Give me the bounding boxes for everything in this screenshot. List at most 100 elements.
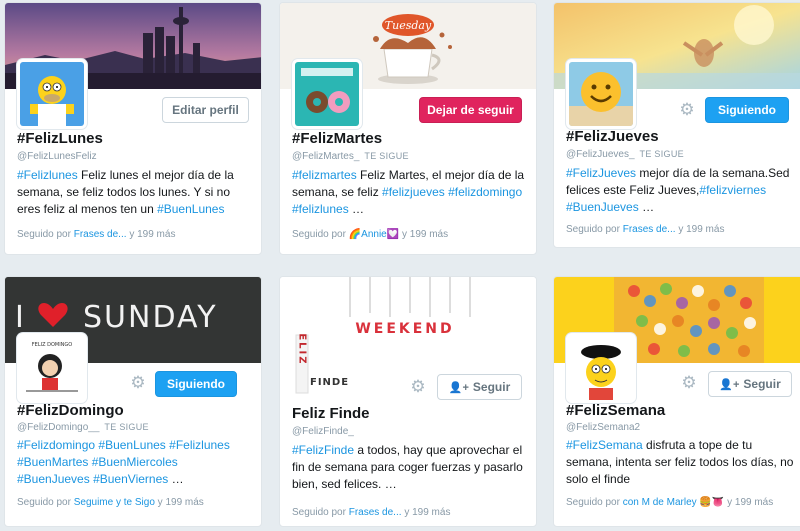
followed-by-link[interactable]: Frases de... xyxy=(623,224,676,235)
hashtag-link[interactable]: #BuenJueves xyxy=(566,200,639,214)
profile-card-felizdomingo: I SUNDAY FELIZ DOMINGO ⚙ Siguiendo #Feli… xyxy=(4,276,262,527)
profile-bio: #FelizFinde a todos, hay que aprovechar … xyxy=(292,442,526,493)
sunday-i-text: I xyxy=(15,300,24,335)
lisa-avatar-image xyxy=(569,336,633,400)
handle-text: @FelizFinde_ xyxy=(292,426,354,437)
followed-by-link[interactable]: Seguime y te Sigo xyxy=(74,497,155,508)
add-user-icon: 👤+ xyxy=(448,381,469,394)
hashtag-link[interactable]: #Felizlunes xyxy=(169,438,230,452)
followed-by-suffix: y 199 más xyxy=(678,224,725,235)
follow-button-label: Seguir xyxy=(472,380,511,394)
hashtag-link[interactable]: #felizlunes xyxy=(292,202,349,216)
profile-name[interactable]: #FelizSemana xyxy=(566,402,665,419)
profile-handle[interactable]: @FelizSemana2 xyxy=(566,422,640,433)
followed-by: Seguido por con M de Marley 🍔👅 y 199 más xyxy=(566,497,773,508)
profile-card-felizlunes: Editar perfil #FelizLunes @FelizLunesFel… xyxy=(4,2,262,255)
avatar[interactable] xyxy=(17,59,87,129)
followed-by-prefix: Seguido por xyxy=(292,229,346,240)
mafalda-avatar-image: FELIZ DOMINGO xyxy=(20,336,84,400)
avatar[interactable] xyxy=(566,59,636,129)
followed-by: Seguido por Seguime y te Sigo y 199 más xyxy=(17,497,204,508)
profile-name[interactable]: #FelizMartes xyxy=(292,130,382,147)
handle-text: @FelizLunesFeliz xyxy=(17,151,97,162)
tuesday-text: Tuesday xyxy=(385,19,432,32)
profile-name[interactable]: Feliz Finde xyxy=(292,405,370,422)
followed-by-prefix: Seguido por xyxy=(292,507,346,518)
gear-icon[interactable]: ⚙ xyxy=(409,378,427,396)
followed-by: Seguido por Frases de... y 199 más xyxy=(566,224,724,235)
profile-name[interactable]: #FelizDomingo xyxy=(17,402,124,419)
followed-by: Seguido por 🌈Annie💟 y 199 más xyxy=(292,229,448,240)
profile-bio: #Felizdomingo #BuenLunes #Felizlunes #Bu… xyxy=(17,437,251,488)
followed-by-prefix: Seguido por xyxy=(566,224,620,235)
followed-by-suffix: y 199 más xyxy=(129,229,176,240)
profile-handle[interactable]: @FelizDomingo__ TE SIGUE xyxy=(17,422,149,433)
gear-icon[interactable]: ⚙ xyxy=(129,374,147,392)
domingo-caption-text: FELIZ DOMINGO xyxy=(32,342,72,348)
gear-icon[interactable]: ⚙ xyxy=(680,374,698,392)
hashtag-link[interactable]: #BuenJueves xyxy=(17,472,90,486)
sunday-word-text: SUNDAY xyxy=(83,300,218,335)
following-button[interactable]: Siguiendo xyxy=(155,371,237,397)
hashtag-link[interactable]: #felizdomingo xyxy=(448,185,522,199)
hashtag-link[interactable]: #felizjueves xyxy=(382,185,445,199)
handle-text: @FelizDomingo__ xyxy=(17,422,100,433)
profile-card-felizsemana: ⚙ 👤+ Seguir #FelizSemana @FelizSemana2 #F… xyxy=(553,276,800,527)
hashtag-link[interactable]: #Felizlunes xyxy=(17,168,78,182)
followed-by-link[interactable]: Frases de... xyxy=(349,507,402,518)
edit-profile-button[interactable]: Editar perfil xyxy=(162,97,249,123)
avatar[interactable] xyxy=(292,59,362,129)
follows-you-badge: TE SIGUE xyxy=(364,151,409,161)
follow-button[interactable]: 👤+ Seguir xyxy=(437,374,522,400)
avatar[interactable] xyxy=(566,333,636,403)
followed-by-suffix: y 199 más xyxy=(727,497,774,508)
profile-name[interactable]: #FelizJueves xyxy=(566,128,659,145)
following-button[interactable]: Siguiendo xyxy=(705,97,789,123)
profile-card-felizjueves: ⚙ Siguiendo #FelizJueves @FelizJueves_ TE… xyxy=(553,2,800,248)
hashtag-link[interactable]: #Felizdomingo xyxy=(17,438,95,452)
hashtag-link[interactable]: #BuenLunes xyxy=(157,202,224,216)
hashtag-link[interactable]: #FelizFinde xyxy=(292,443,354,457)
hashtag-link[interactable]: #felizviernes xyxy=(699,183,766,197)
follow-button[interactable]: 👤+ Seguir xyxy=(708,371,792,397)
followed-by-link[interactable]: con M de Marley 🍔👅 xyxy=(623,497,725,508)
avatar[interactable]: FELIZ FINDE xyxy=(292,333,356,397)
hashtag-link[interactable]: #FelizJueves xyxy=(566,166,636,180)
hashtag-link[interactable]: #BuenViernes xyxy=(93,472,168,486)
followed-by: Seguido por Frases de... y 199 más xyxy=(17,229,175,240)
hashtag-link[interactable]: #BuenLunes xyxy=(98,438,165,452)
profile-handle[interactable]: @FelizJueves_ TE SIGUE xyxy=(566,149,684,160)
smiley-avatar-image xyxy=(569,62,633,126)
bio-text: … xyxy=(168,472,184,486)
profile-bio: #FelizSemana disfruta a tope de tu seman… xyxy=(566,437,800,488)
hashtag-link[interactable]: #BuenMartes xyxy=(17,455,88,469)
follow-button-label: Seguir xyxy=(743,377,781,391)
profile-name[interactable]: #FelizLunes xyxy=(17,130,103,147)
feliz-finde-avatar-image: FELIZ FINDE xyxy=(292,333,356,397)
followed-by-link[interactable]: 🌈Annie💟 xyxy=(349,229,399,240)
weekend-text: WEEKEND xyxy=(355,321,454,337)
hashtag-link[interactable]: #BuenMiercoles xyxy=(92,455,178,469)
profile-handle[interactable]: @FelizMartes_ TE SIGUE xyxy=(292,151,409,162)
avatar[interactable]: FELIZ DOMINGO xyxy=(17,333,87,403)
hashtag-link[interactable]: #FelizSemana xyxy=(566,438,643,452)
gear-icon[interactable]: ⚙ xyxy=(678,101,696,119)
handle-text: @FelizMartes_ xyxy=(292,151,360,162)
profile-handle[interactable]: @FelizLunesFeliz xyxy=(17,151,97,162)
bio-text: … xyxy=(348,202,365,216)
followed-by: Seguido por Frases de... y 199 más xyxy=(292,507,450,518)
profile-card-felizfinde: WEEKEND FELIZ FINDE ⚙ 👤+ Seguir Feliz Fin… xyxy=(279,276,537,527)
handle-text: @FelizSemana2 xyxy=(566,422,641,433)
profile-handle[interactable]: @FelizFinde_ xyxy=(292,426,354,437)
followed-by-prefix: Seguido por xyxy=(17,497,71,508)
followed-by-suffix: y 199 más xyxy=(157,497,204,508)
donut-avatar-image xyxy=(295,62,359,126)
followed-by-prefix: Seguido por xyxy=(17,229,71,240)
homer-avatar-image xyxy=(20,62,84,126)
follows-you-badge: TE SIGUE xyxy=(639,149,684,159)
unfollow-button[interactable]: Dejar de seguir xyxy=(419,97,522,123)
hashtag-link[interactable]: #felizmartes xyxy=(292,168,357,182)
followed-by-link[interactable]: Frases de... xyxy=(74,229,127,240)
followed-by-suffix: y 199 más xyxy=(401,229,449,240)
followed-by-suffix: y 199 más xyxy=(404,507,451,518)
